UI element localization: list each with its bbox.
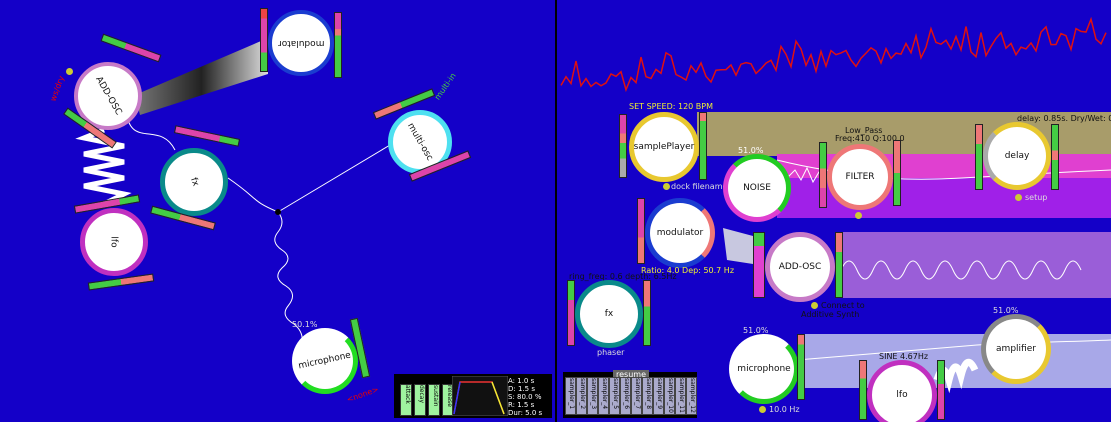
filter-meter-right[interactable] [893, 140, 901, 206]
modulator-r-circle[interactable]: modulator [645, 198, 715, 268]
noise-label: NOISE [743, 183, 771, 193]
fx-info: ring_freq: 0.6 depth: 6.5Hz [569, 272, 677, 281]
amplifier-label: amplifier [996, 344, 1036, 354]
lfo-r-meter-right[interactable] [937, 360, 945, 420]
lfo-circle[interactable]: lfo [80, 208, 148, 276]
modulator-r-label: modulator [656, 228, 704, 238]
mic-tag: 50.1% [292, 320, 318, 329]
env-release-text: R: 1.5 s [508, 401, 535, 409]
add-osc-r-circle[interactable]: ADD-OSC [765, 232, 835, 302]
microphone-node[interactable]: 50.1% microphone <none> [284, 317, 384, 410]
filter-meter-left[interactable] [819, 142, 827, 208]
sample-speed-text: SET SPEED: 120 BPM [629, 102, 713, 111]
right-canvas[interactable]: SET SPEED: 120 BPM samplePlayer dock fil… [557, 0, 1111, 422]
delay-port[interactable] [1015, 194, 1022, 201]
filter-port[interactable] [855, 212, 862, 219]
mic-r-sub: 10.0 Hz [769, 405, 800, 414]
modulator-meter-right[interactable] [334, 12, 342, 78]
lfo-r-circle[interactable]: lfo [867, 360, 937, 422]
sequencer-slot[interactable]: sampler_6 [620, 377, 631, 415]
filter-circle[interactable]: FILTER [827, 144, 893, 210]
fx-meter-top[interactable] [173, 125, 241, 147]
fx-label: fx [187, 176, 201, 188]
fx-circle[interactable]: fx [160, 148, 228, 216]
microphone-circle[interactable]: microphone [292, 328, 358, 394]
mic-r-label: microphone [737, 364, 791, 374]
sequencer-slot[interactable]: sampler_10 [664, 377, 675, 415]
add-osc-port[interactable] [66, 68, 73, 75]
envelope-panel[interactable]: attack decay sustain release A: 1.0 s D:… [394, 374, 552, 418]
delay-setup[interactable]: setup [1025, 193, 1047, 202]
env-knob-attack[interactable]: attack [400, 384, 412, 416]
add-osc-r-label: ADD-OSC [778, 262, 822, 272]
addosc-port[interactable] [811, 302, 818, 309]
lfo-r-label: lfo [896, 390, 908, 400]
fx-r-meter-right[interactable] [643, 280, 651, 346]
modulator-node[interactable]: modulator [256, 8, 346, 82]
delay-meter-left[interactable] [975, 124, 983, 190]
sequencer-slot[interactable]: sampler_2 [576, 377, 587, 415]
env-knob-sustain[interactable]: sustain [428, 384, 440, 416]
modulator-label: modulator [277, 38, 325, 48]
lfo-label: lfo [109, 236, 119, 248]
sample-port[interactable] [663, 183, 670, 190]
env-duration-text: Dur: 5.0 s [508, 409, 543, 417]
sequencer-slot[interactable]: sampler_1 [565, 377, 576, 415]
lfo-meter-bottom[interactable] [87, 273, 155, 291]
add-osc-node[interactable]: ADD-OSC ws/dry [40, 33, 170, 149]
mod-band [723, 228, 753, 264]
amplifier-circle[interactable]: amplifier [981, 314, 1051, 384]
mic-r-port[interactable] [759, 406, 766, 413]
mic-r-circle[interactable]: microphone [729, 334, 799, 404]
env-knob-decay[interactable]: decay [414, 384, 426, 416]
sample-player-label: samplePlayer [633, 142, 695, 152]
modulator-circle[interactable]: modulator [268, 10, 334, 76]
sample-meter-right[interactable] [699, 112, 707, 180]
delay-label: delay [1004, 151, 1030, 161]
multi-osc-label: multi-osc [405, 121, 435, 163]
mic-r-meter[interactable] [797, 334, 805, 400]
delay-circle[interactable]: delay [983, 122, 1051, 190]
fx-r-circle[interactable]: fx [575, 280, 643, 348]
sequencer-slot[interactable]: sampler_7 [631, 377, 642, 415]
sequencer-slot[interactable]: sampler_5 [609, 377, 620, 415]
delay-info: delay: 0.85s. Dry/Wet: 0.5 [1017, 114, 1111, 123]
add-osc-sub: ws/dry [48, 74, 67, 103]
addosc-meter-left[interactable] [753, 232, 765, 298]
env-attack-text: A: 1.0 s [508, 377, 535, 385]
env-decay-text: D: 1.5 s [508, 385, 535, 393]
fx-r-label: fx [604, 309, 614, 319]
filter-label: FILTER [845, 172, 875, 182]
multi-osc-node[interactable]: multi-in multi-osc [368, 71, 478, 190]
fx-r-meter-left[interactable] [567, 280, 575, 346]
modulator-meter-left[interactable] [260, 8, 268, 72]
lfo-node[interactable]: lfo [70, 194, 160, 292]
fx-node[interactable]: fx [150, 125, 250, 238]
noise-circle[interactable]: NOISE [723, 154, 791, 222]
sample-player-circle[interactable]: samplePlayer [629, 112, 699, 182]
microphone-label: microphone [297, 350, 353, 372]
sequencer-slot[interactable]: sampler_12 [686, 377, 697, 415]
addosc-sub2: Connect to [821, 301, 865, 310]
sequencer-slot[interactable]: sampler_8 [642, 377, 653, 415]
addosc-meter-right[interactable] [835, 232, 843, 298]
mic-bottom-label: <none> [345, 384, 380, 405]
sequencer-slot[interactable]: sampler_3 [587, 377, 598, 415]
sample-sub: dock filename [671, 182, 728, 191]
left-canvas[interactable]: modulator ADD-OSC ws/dry fx lfo multi-in… [0, 0, 555, 422]
sequencer-slot[interactable]: sampler_9 [653, 377, 664, 415]
sample-meter-left[interactable] [619, 114, 627, 178]
fx-sub: phaser [597, 348, 625, 357]
delay-meter-right[interactable] [1051, 124, 1059, 190]
addosc-sub: Additive Synth [801, 310, 860, 319]
envelope-graph[interactable] [452, 376, 508, 416]
mod-meter-left[interactable] [637, 198, 645, 264]
lfo-r-meter-left[interactable] [859, 360, 867, 420]
add-osc-label: ADD-OSC [93, 75, 123, 117]
env-sustain-text: S: 80.0 % [508, 393, 542, 401]
sequencer-slot[interactable]: sampler_11 [675, 377, 686, 415]
sequencer-slot[interactable]: sampler_4 [598, 377, 609, 415]
